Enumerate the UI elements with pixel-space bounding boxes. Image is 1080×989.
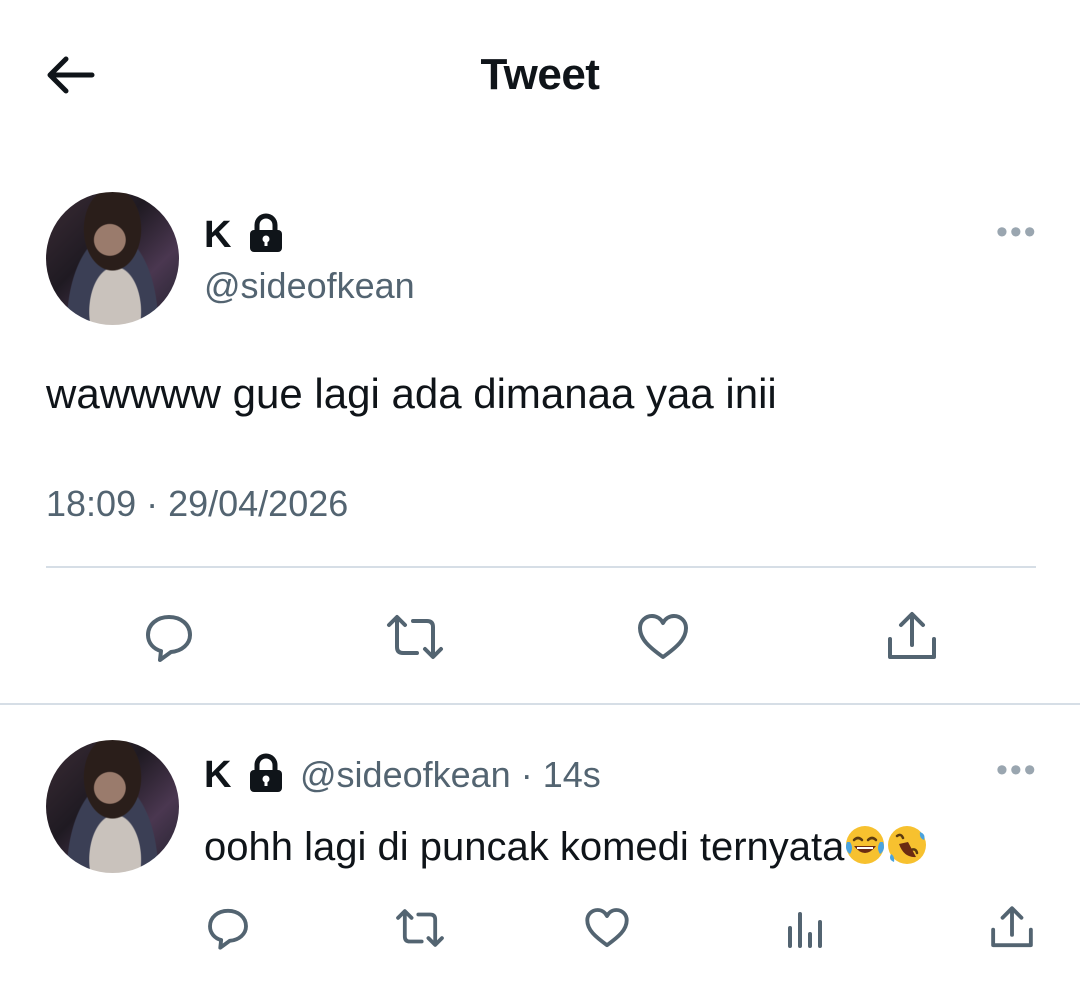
- rolling-on-the-floor-laughing-emoji: [886, 824, 928, 866]
- retweet-icon: [396, 909, 444, 947]
- like-button[interactable]: [579, 900, 635, 956]
- display-name[interactable]: K: [204, 752, 231, 798]
- lock-icon: [244, 211, 288, 260]
- lock-icon: [244, 751, 288, 800]
- reply-icon: [208, 908, 248, 950]
- like-button[interactable]: [631, 605, 695, 669]
- more-options-icon[interactable]: •••: [996, 215, 1038, 249]
- analytics-button[interactable]: [776, 900, 832, 956]
- share-icon: [888, 612, 936, 659]
- more-options-icon[interactable]: •••: [996, 753, 1038, 787]
- face-with-tears-of-joy-emoji: [844, 824, 886, 866]
- like-icon: [638, 614, 688, 659]
- tweet-timestamp[interactable]: 18:09 · 29/04/2026: [46, 482, 348, 526]
- tweet-text: wawwww gue lagi ada dimanaa yaa inii: [46, 370, 777, 417]
- share-button[interactable]: [984, 900, 1040, 956]
- divider: [46, 566, 1036, 568]
- divider: [0, 703, 1080, 705]
- reply-button[interactable]: [137, 605, 201, 669]
- avatar[interactable]: [46, 740, 179, 873]
- user-handle[interactable]: @sideofkean: [204, 264, 415, 308]
- user-handle[interactable]: @sideofkean: [300, 754, 511, 795]
- display-name[interactable]: K: [204, 212, 231, 258]
- share-button[interactable]: [880, 605, 944, 669]
- meta-separator: ·: [520, 754, 533, 795]
- retweet-button[interactable]: [392, 900, 448, 956]
- analytics-icon: [788, 912, 822, 948]
- like-icon: [585, 908, 629, 948]
- reply-time[interactable]: 14s: [543, 754, 601, 795]
- avatar[interactable]: [46, 192, 179, 325]
- reply-button[interactable]: [200, 900, 256, 956]
- retweet-button[interactable]: [383, 605, 447, 669]
- share-icon: [991, 906, 1033, 948]
- reply-text: oohh lagi di puncak komedi ternyata: [204, 825, 845, 869]
- reply-meta: @sideofkean · 14s: [300, 753, 601, 797]
- reply-text-line: oohh lagi di puncak komedi ternyata: [204, 822, 928, 872]
- reply-icon: [146, 615, 192, 662]
- retweet-icon: [387, 615, 443, 659]
- page-title: Tweet: [480, 50, 600, 99]
